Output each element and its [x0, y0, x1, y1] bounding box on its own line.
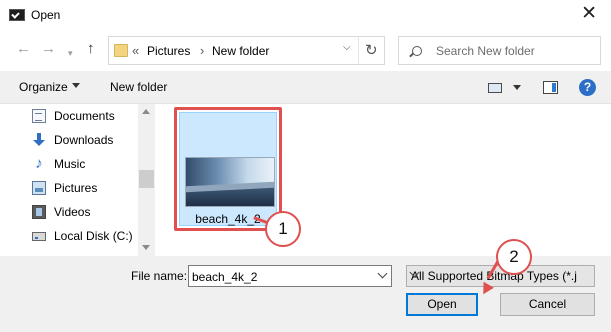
scrollbar-thumb[interactable]	[139, 170, 154, 188]
image-thumbnail	[185, 157, 275, 207]
change-view-icon[interactable]	[488, 83, 502, 93]
sidebar-item-label: Local Disk (C:)	[54, 229, 133, 243]
terminal-app-icon	[9, 9, 25, 21]
sidebar-item-label: Documents	[54, 109, 115, 123]
sidebar-item-music[interactable]: ♪ Music	[32, 154, 150, 174]
scroll-up-icon[interactable]	[142, 109, 150, 114]
divider	[358, 37, 359, 64]
sidebar-item-label: Videos	[54, 205, 91, 219]
open-button[interactable]: Open	[406, 293, 478, 316]
step-badge-2: 2	[496, 239, 532, 275]
sidebar-item-label: Downloads	[54, 133, 114, 147]
search-placeholder: Search New folder	[436, 44, 535, 58]
navigation-pane: Documents Downloads ♪ Music Pictures Vid…	[0, 104, 155, 256]
folder-icon	[114, 44, 128, 57]
sidebar-item-label: Pictures	[54, 181, 98, 195]
command-toolbar: Organize New folder ?	[0, 71, 611, 104]
cancel-button[interactable]: Cancel	[500, 293, 595, 316]
recent-locations-chevron-icon[interactable]: ▾	[68, 44, 73, 62]
breadcrumb-overflow[interactable]: «	[132, 43, 139, 58]
sidebar-item-label: Music	[54, 157, 86, 171]
refresh-icon[interactable]: ↻	[365, 41, 378, 59]
organize-chevron-down-icon[interactable]	[72, 83, 80, 88]
file-name-combobox[interactable]	[188, 265, 392, 287]
sidebar-item-local-disk[interactable]: Local Disk (C:)	[32, 226, 150, 246]
disk-icon	[32, 232, 46, 241]
videos-icon	[32, 205, 46, 219]
new-folder-button[interactable]: New folder	[110, 80, 167, 94]
preview-pane-icon[interactable]	[543, 81, 558, 94]
sidebar-item-pictures[interactable]: Pictures	[32, 178, 150, 198]
sidebar-item-documents[interactable]: Documents	[32, 106, 150, 126]
chevron-down-icon[interactable]	[377, 268, 388, 279]
downloads-icon	[32, 133, 46, 147]
breadcrumb-new-folder[interactable]: New folder	[212, 44, 269, 58]
title-bar: Open ✕	[0, 0, 611, 31]
organize-button[interactable]: Organize	[19, 80, 68, 94]
help-icon[interactable]: ?	[579, 79, 596, 96]
navigation-bar: ← → ▾ ↑ « Pictures › New folder ⌵ ↻ Sear…	[0, 31, 611, 71]
sidebar-scrollbar[interactable]	[138, 104, 155, 256]
music-icon: ♪	[35, 155, 43, 172]
file-item[interactable]: beach_4k_2	[179, 112, 277, 226]
breadcrumb-separator-icon: ›	[200, 43, 205, 58]
file-name-label: File name:	[131, 269, 188, 283]
scroll-down-icon[interactable]	[142, 245, 150, 250]
close-icon[interactable]: ✕	[581, 2, 597, 26]
sidebar-item-videos[interactable]: Videos	[32, 202, 150, 222]
address-dropdown-icon[interactable]: ⌵	[343, 42, 353, 58]
window-title: Open	[31, 8, 61, 22]
documents-icon	[32, 109, 46, 123]
forward-arrow-icon[interactable]: →	[41, 40, 56, 58]
search-icon	[412, 46, 422, 56]
file-name-input[interactable]	[192, 269, 372, 284]
view-options-chevron-down-icon[interactable]	[513, 85, 521, 90]
address-bar[interactable]: « Pictures › New folder ⌵ ↻	[108, 36, 385, 65]
search-box[interactable]: Search New folder	[398, 36, 601, 65]
up-arrow-icon[interactable]: ↑	[87, 40, 95, 58]
back-arrow-icon[interactable]: ←	[16, 40, 31, 58]
sidebar-item-downloads[interactable]: Downloads	[32, 130, 150, 150]
pictures-icon	[32, 181, 46, 195]
breadcrumb-pictures[interactable]: Pictures	[147, 44, 190, 58]
file-list: beach_4k_2	[155, 104, 611, 256]
file-item-highlight[interactable]: beach_4k_2	[174, 107, 282, 231]
step-badge-1: 1	[265, 211, 301, 247]
